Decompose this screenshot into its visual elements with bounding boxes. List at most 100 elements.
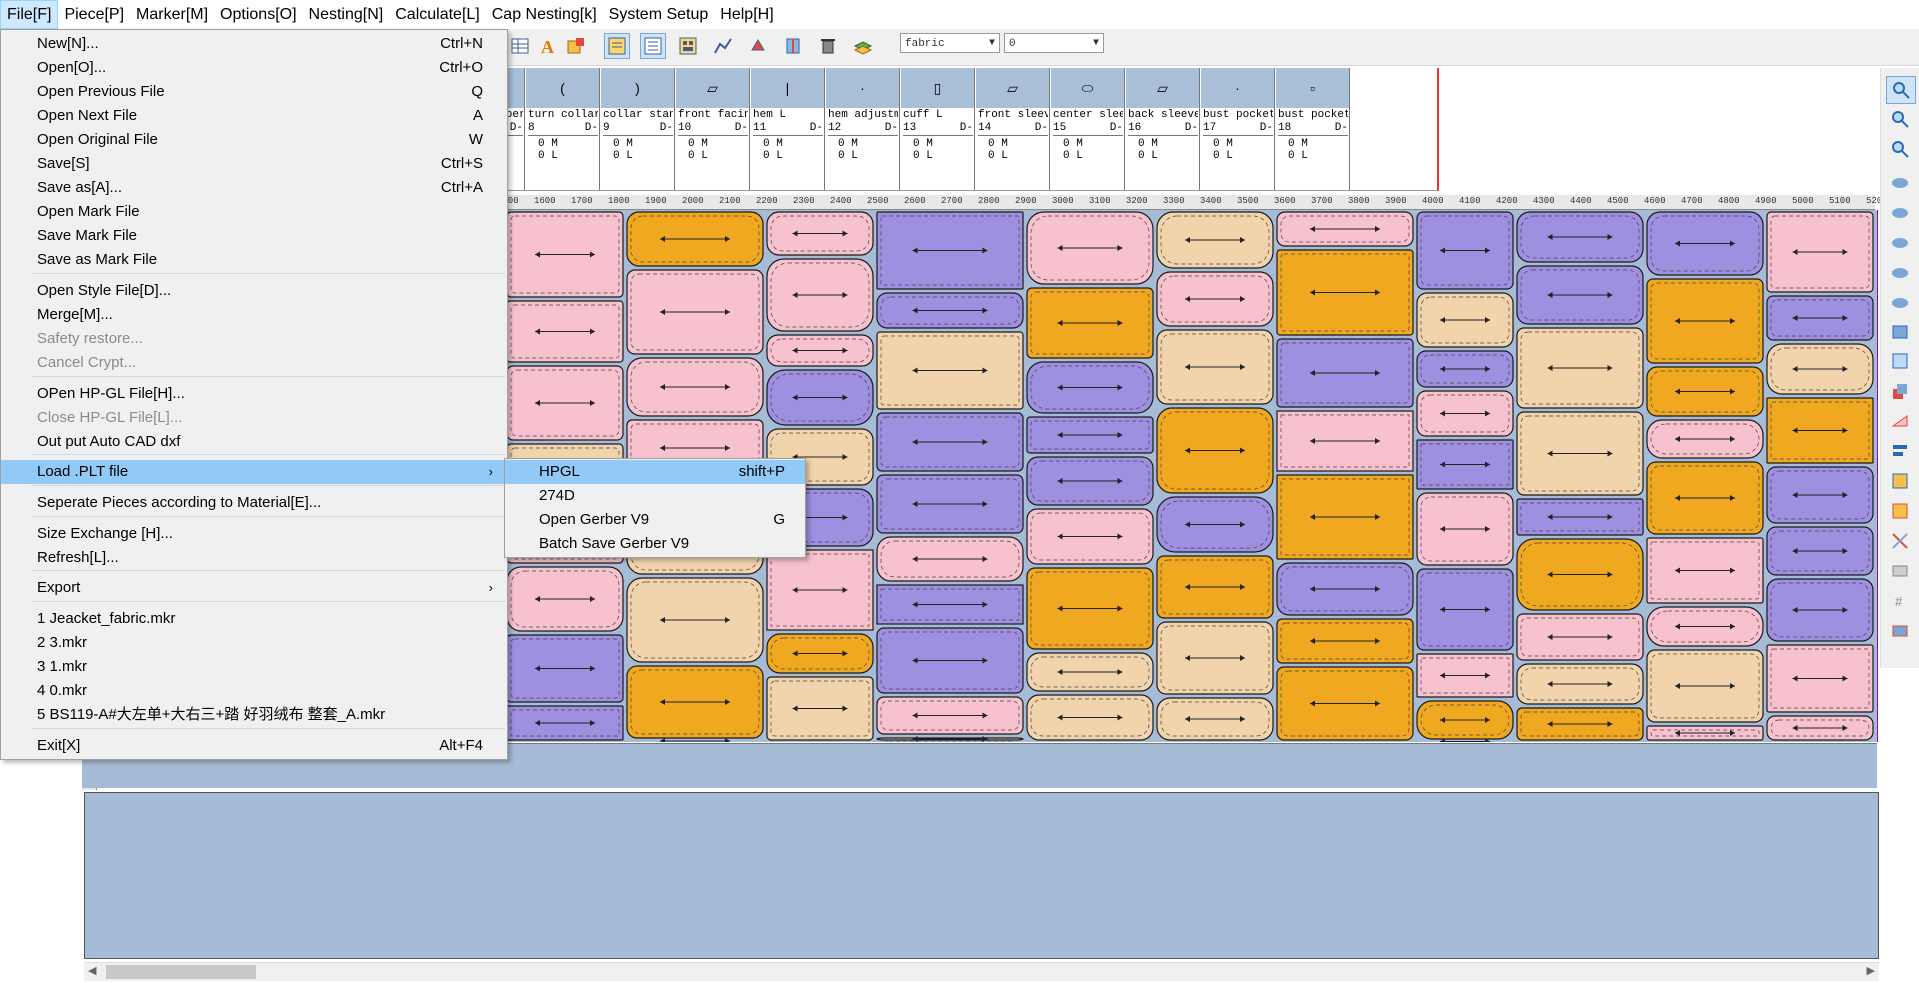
pattern-piece[interactable] (1026, 211, 1154, 285)
pattern-piece[interactable] (1646, 366, 1764, 417)
pattern-piece[interactable] (1516, 613, 1644, 661)
pattern-piece[interactable] (1766, 644, 1874, 713)
file-menu-item-export[interactable]: Export › (1, 576, 507, 600)
piece-cell[interactable]: ▫bust pocketL18 D- 0 M 0 L (1276, 68, 1350, 190)
scroll-thumb[interactable] (106, 965, 256, 979)
table-icon[interactable] (507, 33, 533, 59)
pattern-piece[interactable] (1416, 700, 1514, 740)
menu-marker[interactable]: Marker[M] (130, 0, 214, 29)
horizontal-scrollbar[interactable]: ◀ ▶ (84, 962, 1879, 981)
cloud-flip-icon[interactable] (1886, 288, 1914, 314)
pattern-piece[interactable] (1276, 666, 1414, 741)
pattern-piece[interactable] (506, 566, 624, 632)
file-menu-item-open-previous[interactable]: Open Previous File Q (1, 80, 507, 104)
file-menu-item-recent-4[interactable]: 4 0.mkr (1, 679, 507, 703)
pattern-piece[interactable] (1416, 211, 1514, 290)
file-menu-item-size-exchange[interactable]: Size Exchange [H]... (1, 522, 507, 546)
piece-cell[interactable]: ⬭center sleev15 D- 0 M 0 L (1051, 68, 1125, 190)
material-select[interactable]: fabric ▼ (900, 33, 1000, 53)
piece-cell[interactable]: · bust pocket 17 D- 0 M 0 L (1201, 68, 1275, 190)
pattern-piece[interactable] (1416, 439, 1514, 490)
piece-cell[interactable]: ▱front sleeve14 D- 0 M 0 L (976, 68, 1050, 190)
hash-icon[interactable]: # (1886, 588, 1914, 614)
file-menu-item-output-dxf[interactable]: Out put Auto CAD dxf (1, 430, 507, 454)
pattern-piece[interactable] (876, 736, 1024, 742)
rectangle-icon[interactable] (1886, 348, 1914, 374)
pattern-piece[interactable] (626, 577, 764, 663)
pattern-piece[interactable] (766, 676, 874, 741)
pattern-piece[interactable] (1026, 694, 1154, 741)
file-menu-item-new[interactable]: New[N]... Ctrl+N (1, 32, 507, 56)
pattern-piece[interactable] (506, 300, 624, 363)
pattern-piece[interactable] (1276, 338, 1414, 408)
pattern-piece[interactable] (1516, 327, 1644, 409)
menu-calculate[interactable]: Calculate[L] (389, 0, 486, 29)
file-menu-item-exit[interactable]: Exit[X] Alt+F4 (1, 734, 507, 758)
file-menu-item-recent-3[interactable]: 3 1.mkr (1, 655, 507, 679)
pattern-piece[interactable] (1416, 568, 1514, 651)
menu-cap-nesting[interactable]: Cap Nesting[k] (486, 0, 603, 29)
file-menu-item-refresh[interactable]: Refresh[L]... (1, 546, 507, 570)
pattern-piece[interactable] (1646, 725, 1764, 741)
submenu-item-hpgl[interactable]: HPGL shift+P (505, 460, 805, 484)
pattern-piece[interactable] (766, 211, 874, 256)
pattern-piece[interactable] (876, 696, 1024, 735)
menu-file[interactable]: File[F] (0, 0, 59, 29)
piece-icon[interactable] (1886, 318, 1914, 344)
file-menu-item-recent-5[interactable]: 5 BS119-A#大左单+大右三+踏 好羽绒布 整套_A.mkr (1, 703, 507, 727)
pattern-piece[interactable] (1156, 407, 1274, 494)
file-menu-item-merge[interactable]: Merge[M]... (1, 303, 507, 327)
pattern-piece[interactable] (506, 634, 624, 703)
pattern-piece[interactable] (1276, 410, 1414, 472)
stack-icon[interactable] (1886, 498, 1914, 524)
pattern-piece[interactable] (506, 211, 624, 298)
pattern-piece[interactable] (1516, 707, 1644, 741)
piece-cell[interactable]: ·hem adjustme12 D- 0 M 0 L (826, 68, 900, 190)
file-menu-item-open-next[interactable]: Open Next File A (1, 104, 507, 128)
file-menu-item-open[interactable]: Open[O]... Ctrl+O (1, 56, 507, 80)
pattern-piece[interactable] (1516, 265, 1644, 325)
pattern-piece[interactable] (1646, 461, 1764, 535)
export-icon[interactable] (1886, 618, 1914, 644)
pattern-piece[interactable] (1766, 715, 1874, 741)
piece-cell[interactable]: ▯ cuff L 13 D- 0 M 0 L (901, 68, 975, 190)
fold-icon[interactable] (1886, 408, 1914, 434)
pattern-piece[interactable] (1646, 278, 1764, 364)
pattern-piece[interactable] (1156, 329, 1274, 405)
piece-cell[interactable]: ▱back sleeveL16 D- 0 M 0 L (1126, 68, 1200, 190)
pattern-piece[interactable] (626, 357, 764, 417)
piece-cell[interactable]: | hem L 11 D- 0 M 0 L (751, 68, 825, 190)
pattern-piece[interactable] (1516, 538, 1644, 611)
file-menu-item-open-style[interactable]: Open Style File[D]... (1, 279, 507, 303)
pattern-piece[interactable] (766, 334, 874, 367)
scroll-left-icon[interactable]: ◀ (88, 964, 96, 977)
pattern-piece[interactable] (766, 633, 874, 674)
pattern-piece[interactable] (1766, 211, 1874, 293)
submenu-item-274d[interactable]: 274D (505, 484, 805, 508)
layout-icon[interactable] (604, 33, 630, 59)
pattern-piece[interactable] (1766, 397, 1874, 464)
pattern-piece[interactable] (1156, 496, 1274, 553)
menu-help[interactable]: Help[H] (714, 0, 779, 29)
pattern-piece[interactable] (1416, 390, 1514, 437)
pattern-piece[interactable] (626, 211, 764, 267)
pattern-piece[interactable] (1276, 474, 1414, 560)
menu-nesting[interactable]: Nesting[N] (303, 0, 390, 29)
insert-image-icon[interactable] (563, 33, 589, 59)
pattern-piece[interactable] (1026, 567, 1154, 650)
pattern-piece[interactable] (1276, 211, 1414, 247)
pattern-piece[interactable] (1156, 621, 1274, 695)
pattern-piece[interactable] (1646, 649, 1764, 723)
pattern-piece[interactable] (876, 211, 1024, 290)
file-menu-item-save-as-mark[interactable]: Save as Mark File (1, 248, 507, 272)
distribute-icon[interactable] (1886, 468, 1914, 494)
file-menu-item-open-mark[interactable]: Open Mark File (1, 200, 507, 224)
pattern-piece[interactable] (1156, 555, 1274, 619)
align-icon[interactable] (1886, 438, 1914, 464)
pattern-piece[interactable] (1516, 211, 1644, 263)
shape-icon[interactable] (1886, 378, 1914, 404)
pattern-piece[interactable] (1156, 211, 1274, 269)
cloud-move-icon[interactable] (1886, 198, 1914, 224)
scroll-right-icon[interactable]: ▶ (1867, 964, 1875, 977)
submenu-item-open-gerber-v9[interactable]: Open Gerber V9 G (505, 508, 805, 532)
